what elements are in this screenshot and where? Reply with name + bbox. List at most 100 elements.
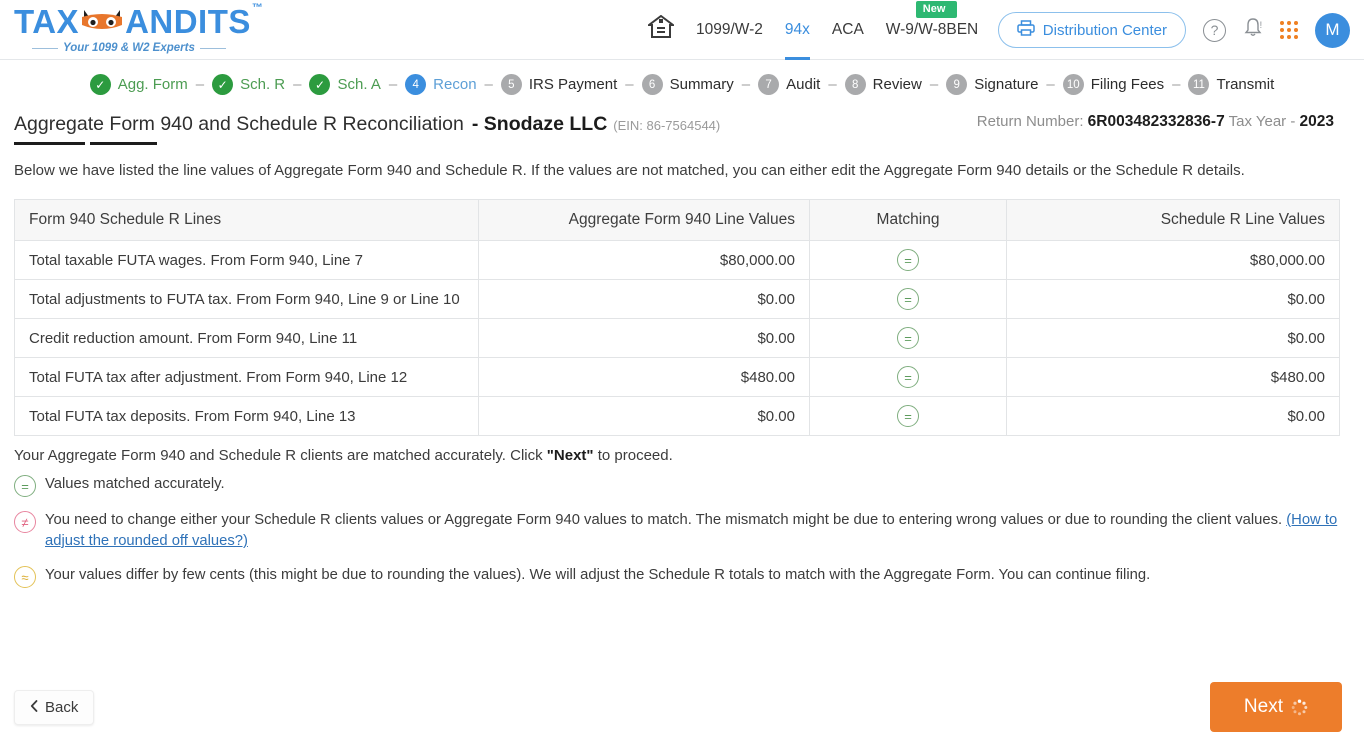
next-button-label: Next: [1243, 696, 1283, 717]
confirmation-prefix: Your Aggregate Form 940 and Schedule R c…: [14, 447, 547, 464]
row-matching-cell: =: [809, 357, 1007, 397]
legend: = Values matched accurately. ≠ You need …: [0, 464, 1364, 588]
logo-dash-right: [199, 47, 226, 49]
step-1-label: Agg. Form: [117, 76, 188, 93]
row-matching-cell: =: [809, 396, 1007, 436]
nav-item-w9-w8ben[interactable]: New W-9/W-8BEN: [886, 0, 978, 60]
company-ein: (EIN: 86-7564544): [613, 118, 721, 133]
step-separator: –: [1172, 76, 1181, 93]
notification-bell-icon[interactable]: !: [1243, 17, 1263, 44]
back-button-label: Back: [45, 698, 79, 716]
distribution-center-label: Distribution Center: [1042, 21, 1167, 39]
step-separator: –: [625, 76, 634, 93]
row-schedule-value: $80,000.00: [1006, 240, 1340, 280]
step-sch-a[interactable]: ✓ Sch. A: [309, 74, 381, 95]
back-button[interactable]: Back: [14, 689, 95, 725]
column-header-matching: Matching: [809, 199, 1007, 241]
step-9-label: Signature: [974, 76, 1039, 93]
equals-match-icon: =: [897, 327, 919, 349]
step-3-label: Sch. A: [337, 76, 381, 93]
next-button[interactable]: Next: [1209, 682, 1342, 732]
new-badge: New: [915, 1, 958, 19]
loading-spinner-icon: [1291, 699, 1308, 716]
step-3-number: ✓: [309, 74, 331, 95]
row-schedule-value: $0.00: [1006, 279, 1340, 319]
step-separator: –: [388, 76, 398, 93]
row-schedule-value: $0.00: [1006, 318, 1340, 358]
step-1-number: ✓: [89, 74, 111, 95]
step-review[interactable]: 8 Review: [844, 74, 922, 95]
row-matching-cell: =: [809, 279, 1007, 319]
step-separator: –: [484, 76, 493, 93]
table-row: Total FUTA tax after adjustment. From Fo…: [14, 357, 1340, 397]
approximately-equals-icon: ≈: [14, 566, 36, 588]
main-navigation: 1099/W-2 94x ACA New W-9/W-8BEN: [646, 0, 978, 60]
legend-matched-text: Values matched accurately.: [45, 476, 225, 492]
apps-grid-icon[interactable]: [1280, 21, 1298, 39]
step-11-number: 11: [1188, 74, 1210, 95]
step-summary[interactable]: 6 Summary: [641, 74, 734, 95]
step-agg-form[interactable]: ✓ Agg. Form: [89, 74, 188, 95]
step-6-label: Summary: [669, 76, 734, 93]
step-5-label: IRS Payment: [528, 76, 618, 93]
step-2-number: ✓: [212, 74, 234, 95]
tax-year-value: 2023: [1299, 113, 1334, 130]
step-separator: –: [929, 76, 939, 93]
help-icon[interactable]: ?: [1203, 18, 1226, 42]
page-header: Aggregate Form 940 and Schedule R Reconc…: [0, 107, 1364, 136]
row-aggregate-value: $0.00: [478, 396, 810, 436]
company-name: - Snodaze LLC: [471, 113, 608, 135]
logo-dash-left: [32, 47, 58, 49]
step-sch-r[interactable]: ✓ Sch. R: [212, 74, 285, 95]
step-transmit[interactable]: 11 Transmit: [1188, 74, 1274, 95]
brand-logo[interactable]: TAX ANDITS ™ Your 1099 & W2 Experts: [0, 3, 300, 55]
equals-match-icon: =: [897, 288, 919, 310]
nav-item-94x[interactable]: 94x: [784, 0, 810, 60]
step-10-number: 10: [1062, 74, 1084, 95]
step-signature[interactable]: 9 Signature: [946, 74, 1038, 95]
step-recon[interactable]: 4 Recon: [405, 74, 477, 95]
step-separator: –: [741, 76, 751, 93]
distribution-center-button[interactable]: Distribution Center: [997, 12, 1186, 48]
step-8-label: Review: [872, 76, 922, 93]
table-row: Total taxable FUTA wages. From Form 940,…: [14, 240, 1340, 280]
step-irs-payment[interactable]: 5 IRS Payment: [500, 74, 618, 95]
page-footer: Back Next: [0, 676, 1364, 738]
legend-mismatch-body: You need to change either your Schedule …: [45, 512, 1287, 528]
step-filing-fees[interactable]: 10 Filing Fees: [1062, 74, 1165, 95]
step-separator: –: [828, 76, 837, 93]
nav-item-aca[interactable]: ACA: [832, 0, 864, 60]
row-line-label: Total FUTA tax deposits. From Form 940, …: [14, 396, 479, 436]
step-audit[interactable]: 7 Audit: [758, 74, 820, 95]
row-matching-cell: =: [809, 318, 1007, 358]
nav-item-w9-w8ben-label: W-9/W-8BEN: [885, 21, 979, 38]
step-7-number: 7: [758, 74, 780, 95]
home-icon[interactable]: [646, 14, 676, 45]
step-10-label: Filing Fees: [1090, 76, 1165, 93]
legend-item-approx: ≈ Your values differ by few cents (this …: [14, 565, 1340, 588]
page-intro-text: Below we have listed the line values of …: [14, 162, 1245, 179]
confirmation-message: Your Aggregate Form 940 and Schedule R c…: [0, 436, 1364, 464]
step-7-label: Audit: [786, 76, 821, 93]
step-5-number: 5: [500, 74, 522, 95]
row-aggregate-value: $80,000.00: [478, 240, 810, 280]
app-header: TAX ANDITS ™ Your 1099 & W2 Experts 1099…: [0, 0, 1364, 60]
tax-year-label: Tax Year -: [1228, 113, 1296, 130]
table-header-row: Form 940 Schedule R Lines Aggregate Form…: [14, 199, 1340, 241]
step-separator: –: [1046, 76, 1055, 93]
nav-item-1099-w2[interactable]: 1099/W-2: [696, 0, 763, 60]
step-2-label: Sch. R: [240, 76, 286, 93]
row-line-label: Total taxable FUTA wages. From Form 940,…: [14, 240, 479, 280]
row-schedule-value: $0.00: [1006, 396, 1340, 436]
logo-tagline: Your 1099 & W2 Experts: [63, 42, 195, 54]
avatar[interactable]: M: [1315, 12, 1350, 48]
table-row: Credit reduction amount. From Form 940, …: [14, 318, 1340, 358]
legend-approx-text: Your values differ by few cents (this mi…: [45, 567, 1151, 583]
chevron-left-icon: [30, 699, 38, 716]
reconciliation-table-wrapper: Form 940 Schedule R Lines Aggregate Form…: [0, 183, 1364, 436]
return-number-label: Return Number:: [976, 113, 1084, 130]
row-aggregate-value: $0.00: [478, 279, 810, 319]
step-6-number: 6: [641, 74, 663, 95]
logo-text-bandits: ANDITS: [125, 3, 251, 40]
column-header-lines: Form 940 Schedule R Lines: [14, 199, 479, 241]
